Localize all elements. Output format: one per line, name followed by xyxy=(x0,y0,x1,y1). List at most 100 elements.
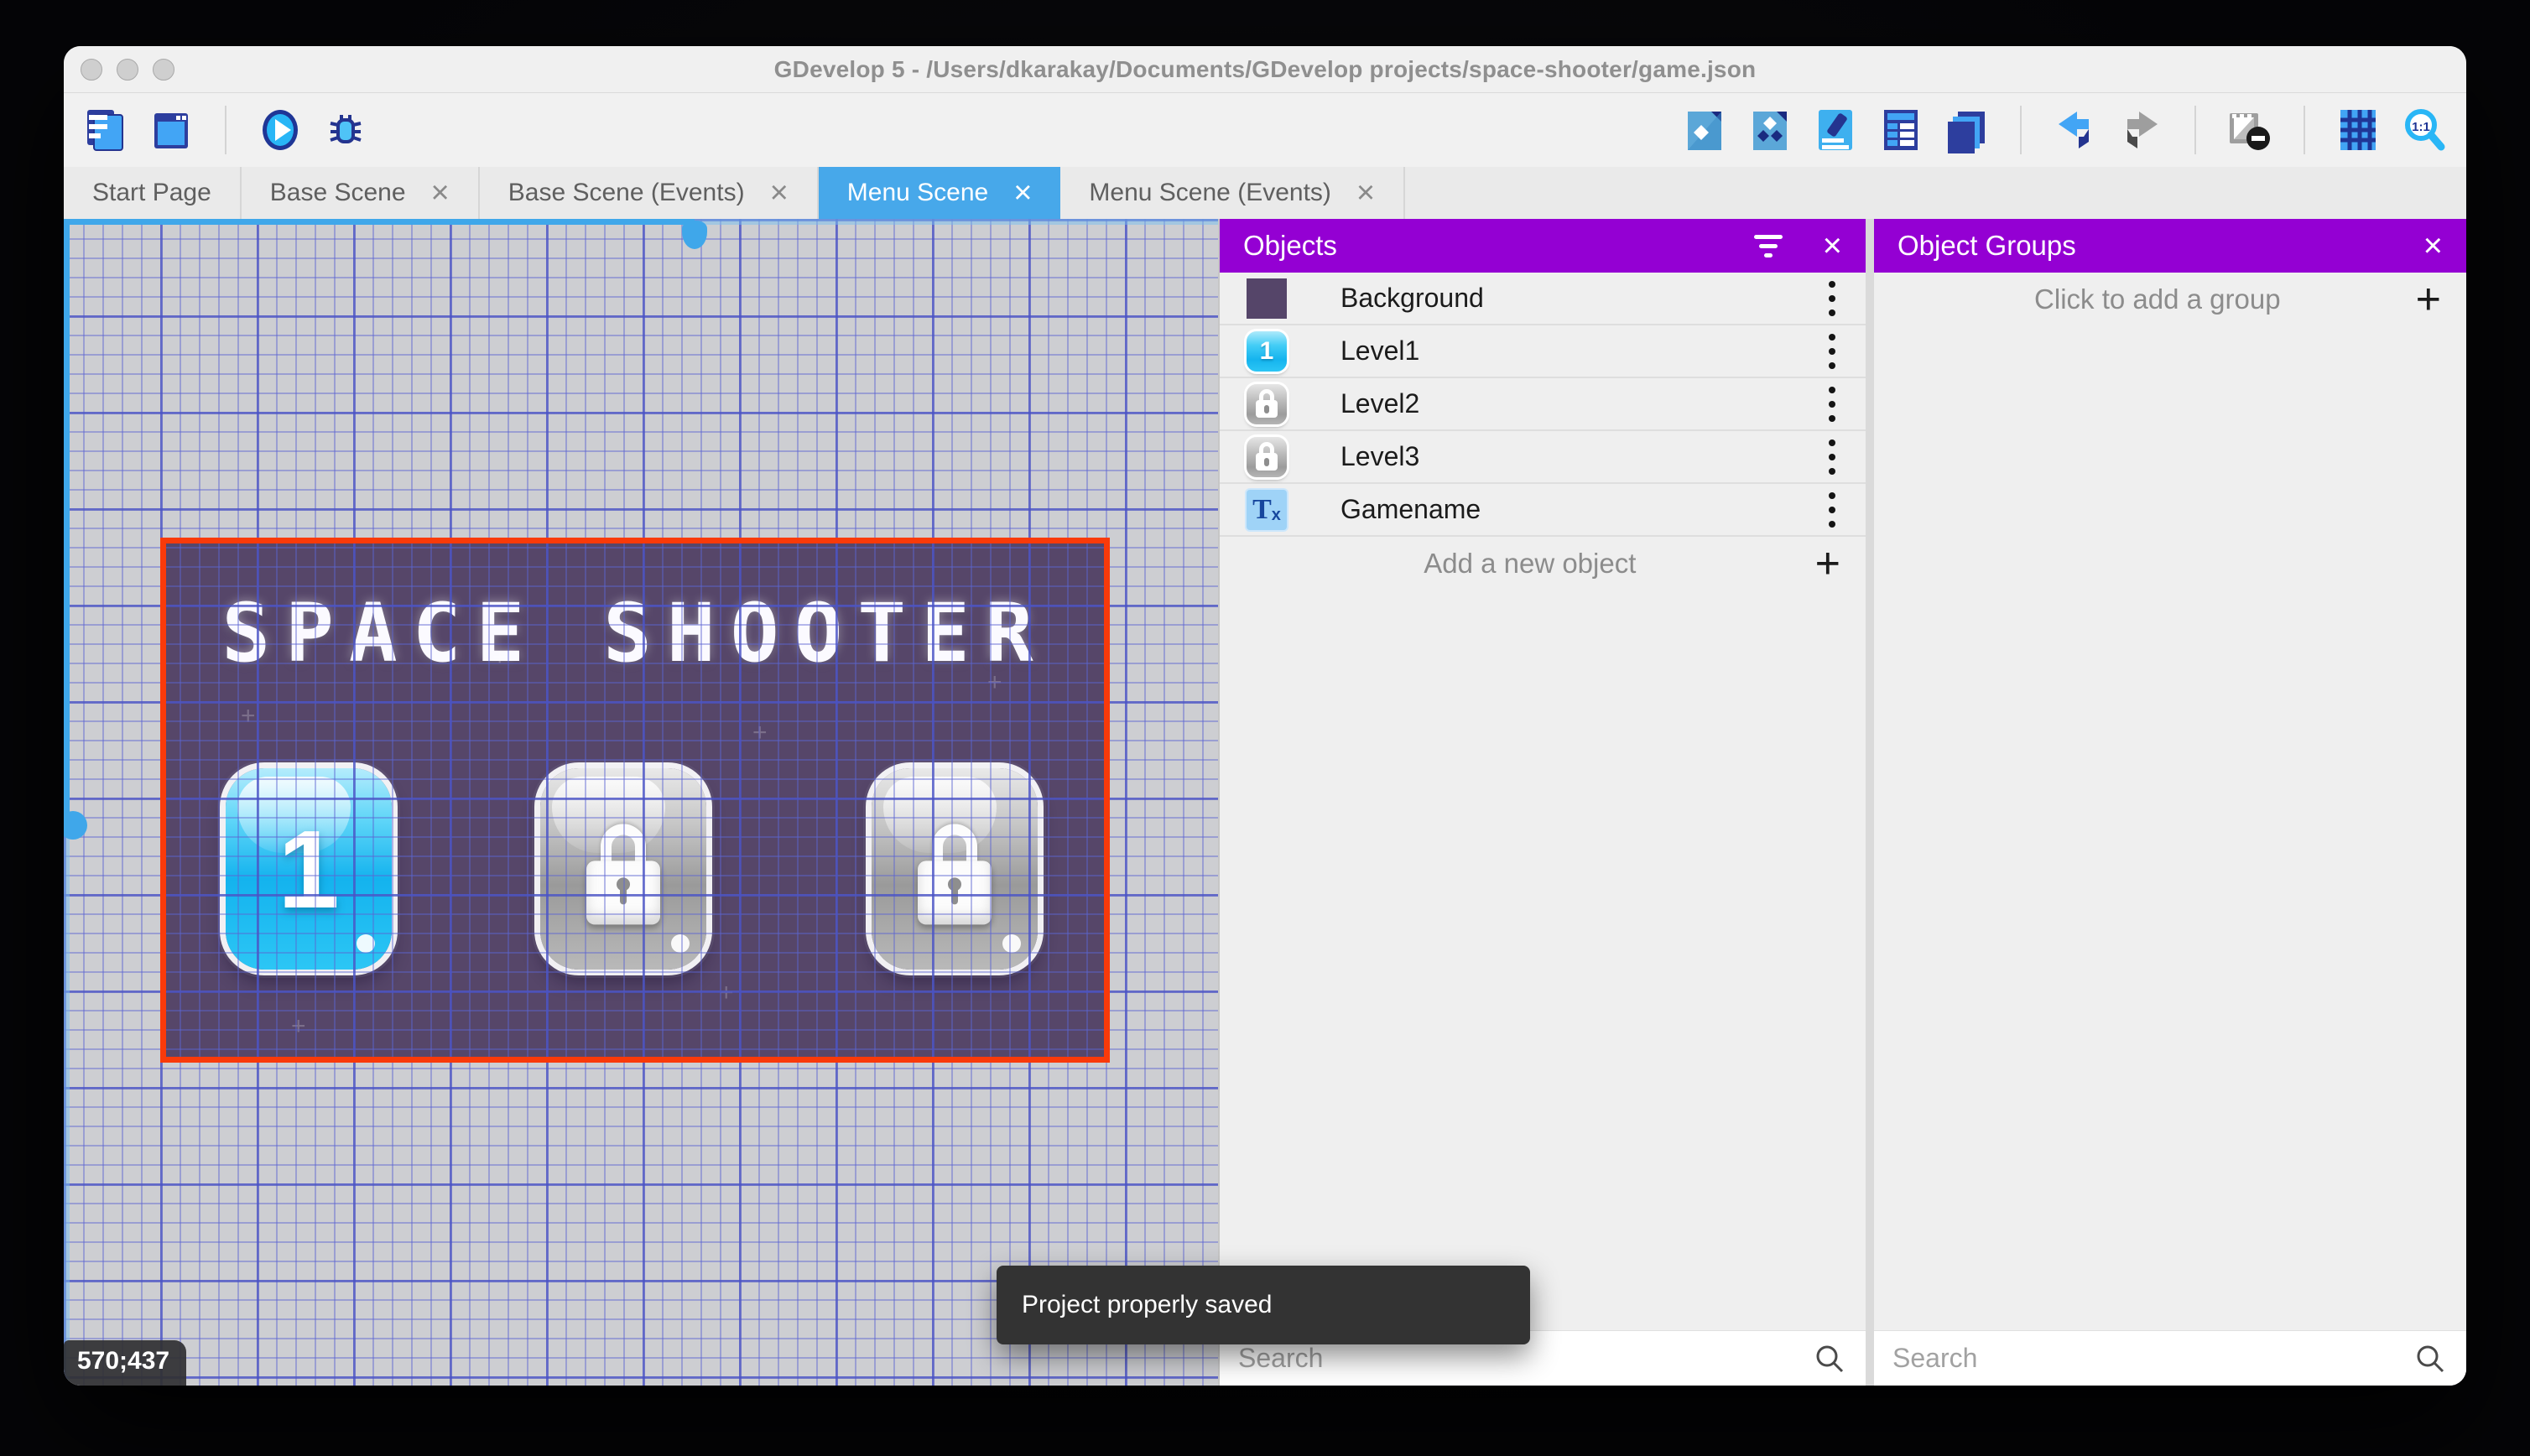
filter-icon[interactable] xyxy=(1753,234,1783,257)
toolbar-right-group: 1:1 xyxy=(1681,106,2448,154)
star-speck: + xyxy=(241,702,256,730)
zoom-window-button[interactable] xyxy=(153,58,174,81)
groups-search-bar xyxy=(1874,1330,2466,1386)
instances-list-icon[interactable] xyxy=(1877,107,1924,153)
window-title: GDevelop 5 - /Users/dkarakay/Documents/G… xyxy=(773,55,1757,82)
lock-icon xyxy=(1259,388,1274,401)
search-icon xyxy=(1812,1341,1847,1376)
objects-search-input[interactable] xyxy=(1238,1343,1812,1374)
tab-menu-scene[interactable]: Menu Scene × xyxy=(818,167,1061,219)
redo-icon[interactable] xyxy=(2117,107,2164,153)
properties-icon[interactable] xyxy=(1812,107,1859,153)
background-thumbnail xyxy=(1247,278,1287,319)
object-name: Gamename xyxy=(1340,494,1481,524)
horizontal-scrollbar-thumb[interactable] xyxy=(682,221,707,249)
groups-search-input[interactable] xyxy=(1892,1343,2413,1374)
star-speck: + xyxy=(492,643,508,671)
level2-locked-button-object[interactable] xyxy=(540,768,706,970)
toolbar-separator xyxy=(2304,106,2305,154)
level3-locked-button-object[interactable] xyxy=(872,768,1038,970)
toast-message: Project properly saved xyxy=(1022,1291,1273,1318)
object-groups-empty-area xyxy=(1874,325,2466,1330)
locked-button-thumbnail xyxy=(1247,436,1287,477)
project-manager-icon[interactable] xyxy=(82,107,129,153)
level1-button-thumbnail: 1 xyxy=(1247,330,1287,372)
object-groups-panel-title: Object Groups xyxy=(1898,230,2076,261)
add-new-object-label: Add a new object xyxy=(1424,547,1637,579)
scene-canvas[interactable]: SPACE SHOOTER + + + + + + + + 1 xyxy=(64,219,1218,1386)
main-toolbar: 1:1 xyxy=(64,93,2466,167)
vertical-scrollbar-thumb[interactable] xyxy=(64,811,87,840)
zoom-1-1-icon[interactable]: 1:1 xyxy=(2401,107,2448,153)
title-bar: GDevelop 5 - /Users/dkarakay/Documents/G… xyxy=(64,46,2466,93)
add-group-row[interactable]: Click to add a group + xyxy=(1874,273,2466,325)
tab-close-icon[interactable]: × xyxy=(1356,177,1375,209)
level1-number: 1 xyxy=(278,807,340,931)
tab-base-scene[interactable]: Base Scene × xyxy=(242,167,480,219)
object-groups-panel-close-icon[interactable]: × xyxy=(2423,229,2443,263)
app-window-icon[interactable] xyxy=(148,107,195,153)
object-row-background[interactable]: Background xyxy=(1220,273,1866,325)
tab-start-page[interactable]: Start Page xyxy=(64,167,242,219)
tab-close-icon[interactable]: × xyxy=(1013,177,1032,209)
toolbar-separator xyxy=(225,106,226,154)
star-speck: + xyxy=(987,668,1002,696)
star-speck: + xyxy=(752,719,768,746)
tab-label: Menu Scene (Events) xyxy=(1089,179,1331,206)
object-menu-dots-icon[interactable] xyxy=(1820,329,1844,374)
star-speck: + xyxy=(719,979,734,1006)
render-mask-icon[interactable] xyxy=(2226,107,2273,153)
objects-editor-icon[interactable] xyxy=(1681,107,1728,153)
object-menu-dots-icon[interactable] xyxy=(1820,434,1844,480)
lock-body xyxy=(918,861,992,925)
object-row-level2[interactable]: Level2 xyxy=(1220,378,1866,431)
level1-thumbnail-number: 1 xyxy=(1259,336,1274,365)
objects-panel-empty-area xyxy=(1220,590,1866,1330)
lock-icon xyxy=(918,824,992,925)
layers-icon[interactable] xyxy=(1943,107,1990,153)
toolbar-separator xyxy=(2020,106,2022,154)
cursor-coordinates-badge: 570;437 xyxy=(64,1340,187,1386)
grid-icon[interactable] xyxy=(2335,107,2382,153)
tab-close-icon[interactable]: × xyxy=(431,177,450,209)
objects-panel-header: Objects × xyxy=(1220,219,1866,273)
search-icon xyxy=(2413,1341,2448,1376)
level1-button-object[interactable]: 1 xyxy=(226,768,392,970)
locked-button-thumbnail xyxy=(1247,383,1287,424)
panels-gap-divider xyxy=(1866,219,1874,1386)
add-new-object-row[interactable]: Add a new object + xyxy=(1220,537,1866,590)
objects-panel-close-icon[interactable]: × xyxy=(1823,229,1842,263)
lock-icon xyxy=(1259,441,1274,454)
tab-menu-scene-events[interactable]: Menu Scene (Events) × xyxy=(1060,167,1406,219)
object-menu-dots-icon[interactable] xyxy=(1820,276,1844,321)
lock-body xyxy=(586,861,660,925)
debug-icon[interactable] xyxy=(322,107,369,153)
objects-panel: Objects × Background 1 Level1 Level2 Lev… xyxy=(1220,219,1866,1386)
object-name: Level1 xyxy=(1340,335,1420,366)
editor-content: SPACE SHOOTER + + + + + + + + 1 xyxy=(64,219,2466,1386)
lock-keyhole xyxy=(617,877,630,892)
vertical-scrollbar-fill xyxy=(64,219,70,825)
text-object-thumbnail: Tx xyxy=(1247,489,1287,530)
preview-play-icon[interactable] xyxy=(257,107,304,153)
minimize-window-button[interactable] xyxy=(117,58,138,81)
tab-base-scene-events[interactable]: Base Scene (Events) × xyxy=(480,167,819,219)
toolbar-separator xyxy=(2194,106,2196,154)
scene-background-object[interactable]: SPACE SHOOTER + + + + + + + + 1 xyxy=(165,543,1105,1058)
object-menu-dots-icon[interactable] xyxy=(1820,487,1844,533)
object-row-gamename[interactable]: Tx Gamename xyxy=(1220,484,1866,537)
object-groups-panel: Object Groups × Click to add a group + xyxy=(1874,219,2466,1386)
object-menu-dots-icon[interactable] xyxy=(1820,382,1844,427)
tab-label: Start Page xyxy=(92,179,211,206)
tab-close-icon[interactable]: × xyxy=(770,177,789,209)
plus-icon[interactable]: + xyxy=(1815,542,1840,585)
undo-icon[interactable] xyxy=(2052,107,2099,153)
object-row-level1[interactable]: 1 Level1 xyxy=(1220,325,1866,378)
object-groups-icon[interactable] xyxy=(1747,107,1793,153)
object-name: Level3 xyxy=(1340,441,1420,471)
scene-title-text-object[interactable]: SPACE SHOOTER xyxy=(165,586,1105,680)
close-window-button[interactable] xyxy=(81,58,102,81)
plus-icon[interactable]: + xyxy=(2416,278,2441,321)
object-row-level3[interactable]: Level3 xyxy=(1220,431,1866,484)
add-group-label: Click to add a group xyxy=(2034,283,2281,315)
